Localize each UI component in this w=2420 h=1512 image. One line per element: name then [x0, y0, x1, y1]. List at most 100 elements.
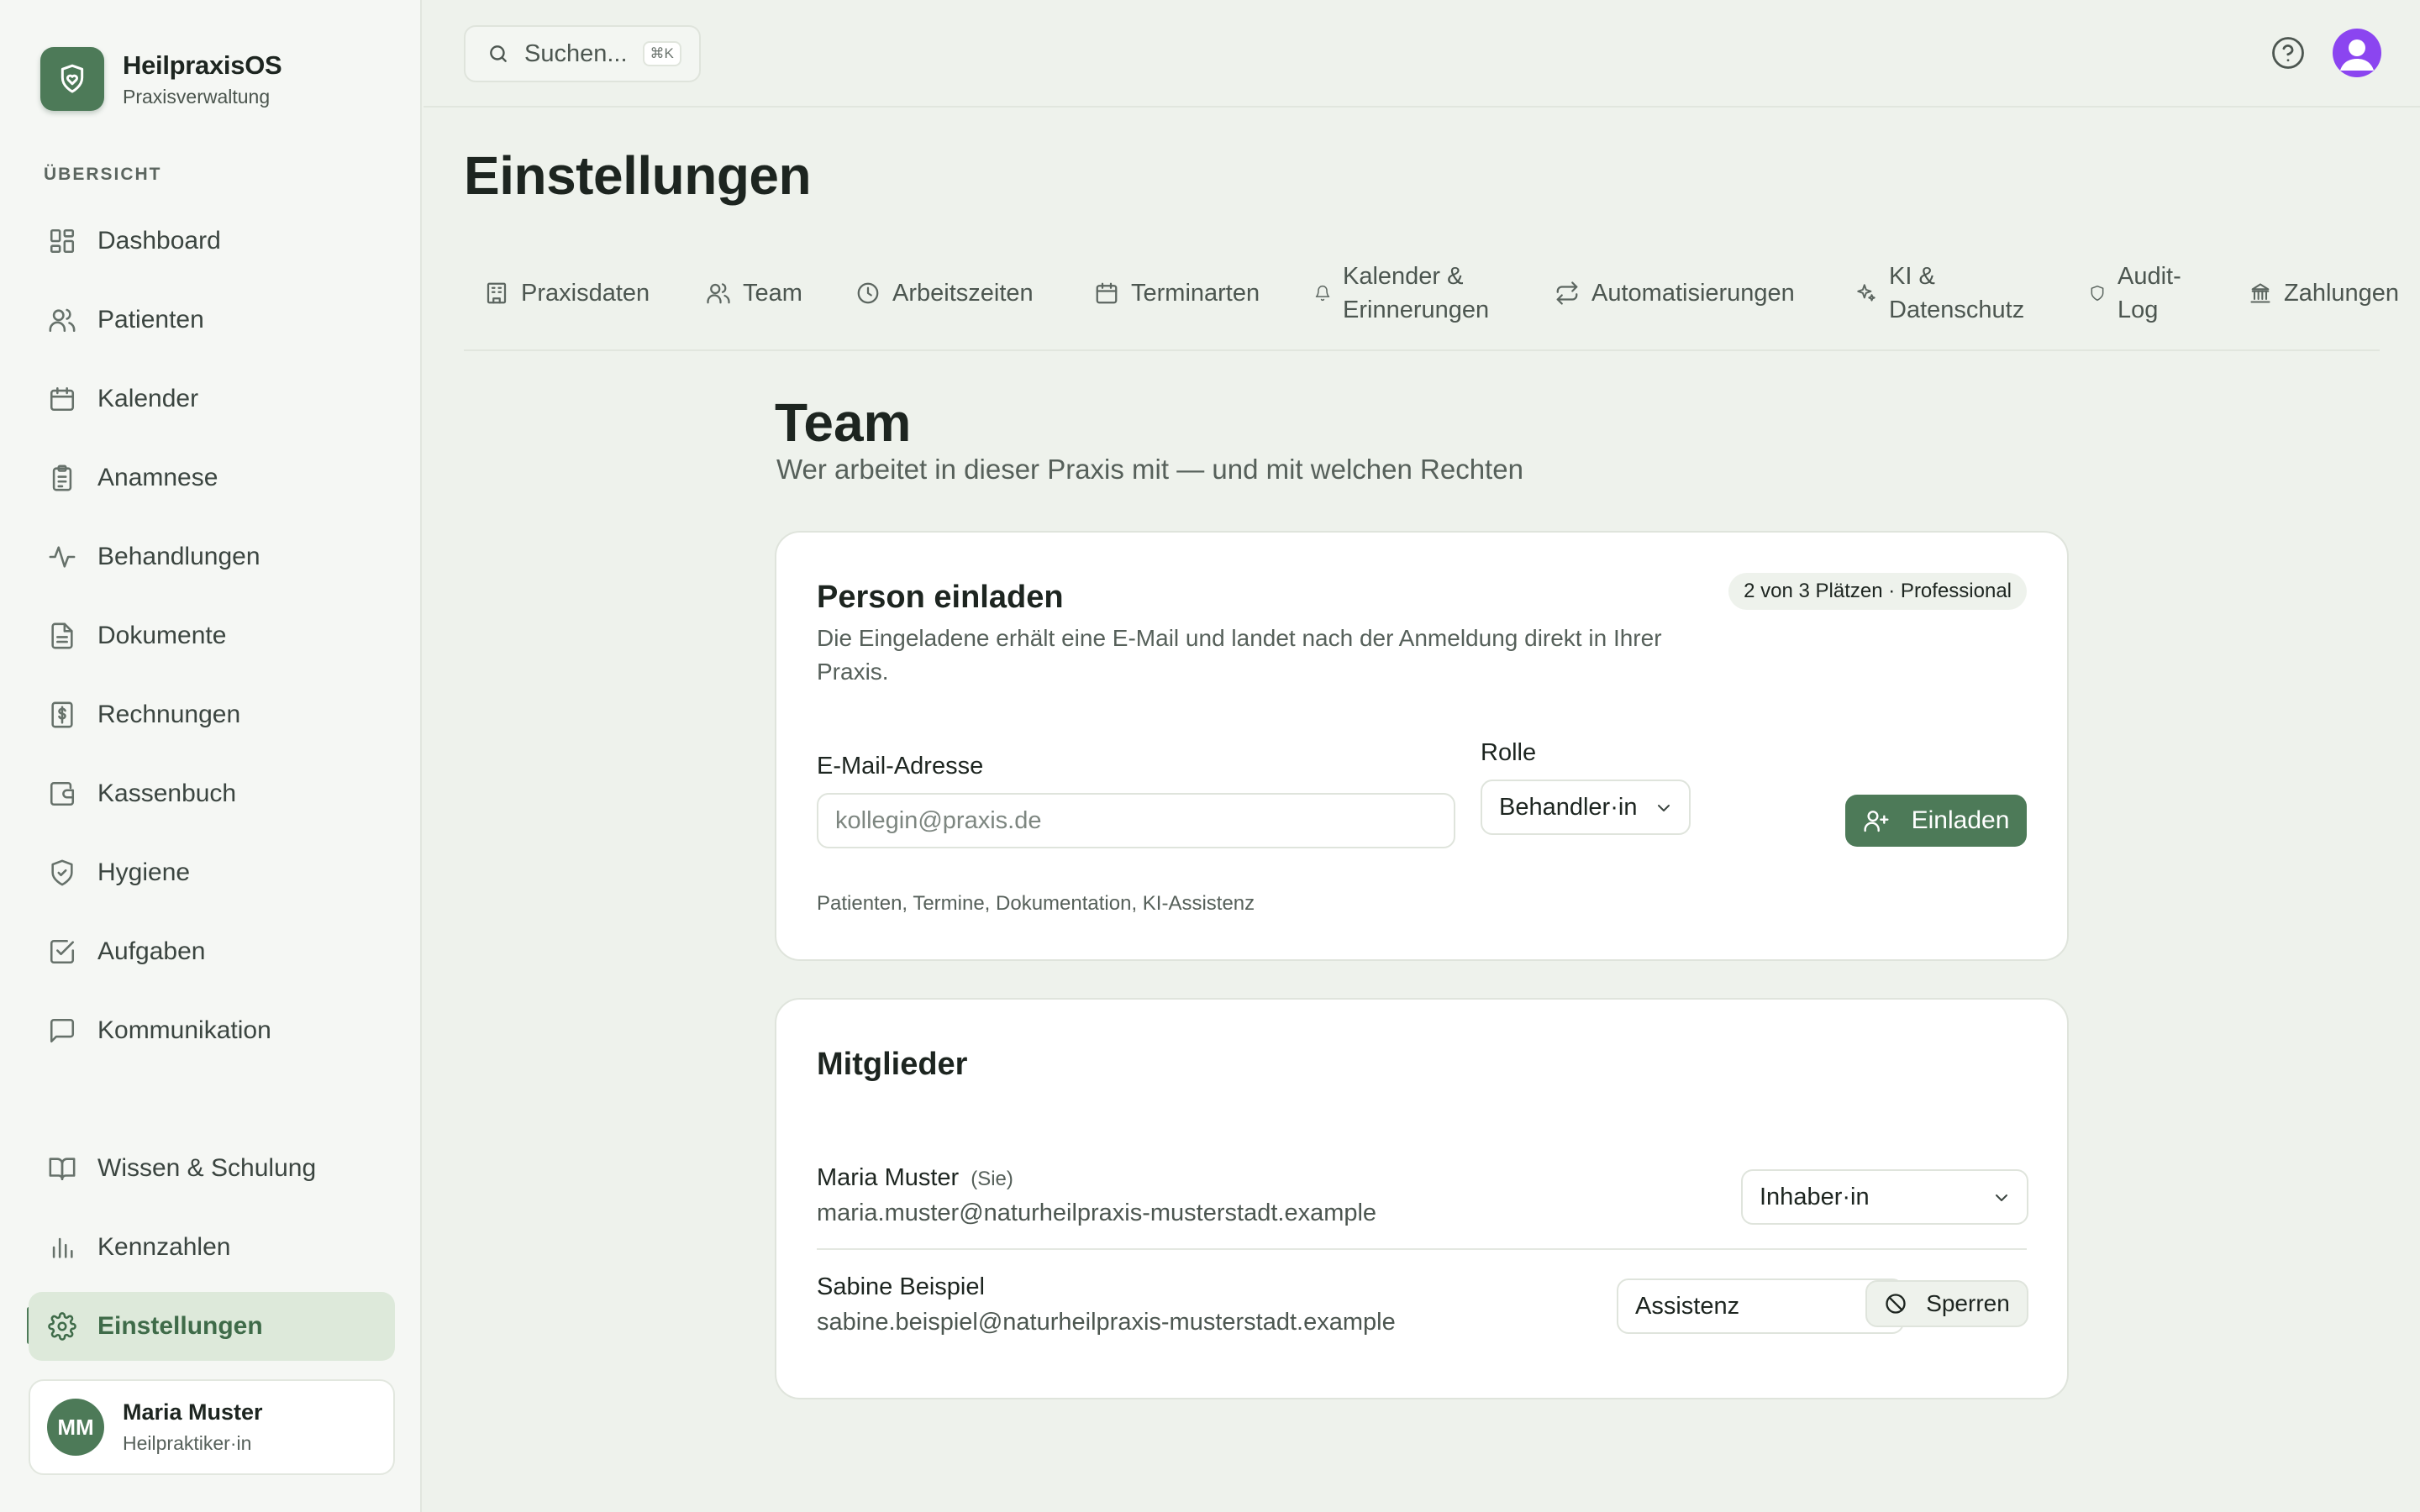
tab-label: KI &: [1889, 263, 1935, 290]
sidebar-item-einstellungen[interactable]: Einstellungen: [29, 1292, 395, 1361]
shortcut-hint: ⌘K: [642, 41, 681, 66]
member-name: Sabine Beispiel: [817, 1273, 985, 1300]
section-title: Team: [775, 392, 912, 453]
seats-badge: 2 von 3 Plätzen · Professional: [1728, 573, 2027, 610]
section-subtitle: Wer arbeitet in dieser Praxis mit — und …: [776, 454, 1523, 485]
shield-check-icon: [47, 858, 77, 888]
sidebar-item-label: Einstellungen: [97, 1312, 263, 1340]
tab-audit-log[interactable]: Audit- Log: [2089, 252, 2181, 334]
sidebar-item-label: Dashboard: [97, 227, 221, 255]
tab-team[interactable]: Team: [706, 252, 802, 334]
tab-label: Kalender &: [1343, 263, 1464, 290]
bar-chart-icon: [47, 1232, 77, 1263]
sidebar-item-label: Wissen & Schulung: [97, 1154, 317, 1182]
tab-automatisierungen[interactable]: Automatisierungen: [1555, 252, 1795, 334]
invoice-icon: [47, 700, 77, 730]
member-role-select[interactable]: Inhaber·in: [1741, 1169, 2028, 1225]
activity-icon: [47, 542, 77, 572]
building-icon: [484, 281, 509, 306]
user-plus-icon: [1863, 807, 1890, 834]
sidebar-item-dashboard[interactable]: Dashboard: [29, 207, 395, 276]
clock-icon: [855, 281, 881, 306]
gear-icon: [47, 1311, 77, 1341]
members-title: Mitglieder: [817, 1047, 968, 1082]
tab-kalender-erinnerungen[interactable]: Kalender & Erinnerungen: [1314, 252, 1489, 334]
sidebar-item-label: Aufgaben: [97, 937, 206, 965]
sidebar-item-label: Kalender: [97, 385, 199, 412]
tab-label: Zahlungen: [2284, 280, 2400, 307]
invite-button-label: Einladen: [1911, 806, 2010, 834]
tab-arbeitszeiten[interactable]: Arbeitszeiten: [855, 252, 1034, 334]
member-email: maria.muster@naturheilpraxis-musterstadt…: [817, 1200, 1377, 1226]
clipboard-icon: [47, 463, 77, 493]
role-label: Rolle: [1481, 739, 1537, 766]
tab-label: Terminarten: [1131, 280, 1260, 307]
role-select-value: Behandler·in: [1499, 793, 1638, 821]
search-input[interactable]: Suchen... ⌘K: [464, 25, 701, 82]
permissions-hint: Patienten, Termine, Dokumentation, KI-As…: [817, 892, 1255, 915]
tab-label: Arbeitszeiten: [892, 280, 1034, 307]
sidebar-item-label: Kennzahlen: [97, 1233, 231, 1261]
sidebar-item-aufgaben[interactable]: Aufgaben: [29, 917, 395, 986]
tab-label: Audit-: [2118, 263, 2181, 290]
sidebar-item-label: Patienten: [97, 306, 204, 333]
tab-label-wrap: KI & Datenschutz: [1889, 260, 2024, 327]
sidebar-item-kommunikation[interactable]: Kommunikation: [29, 996, 395, 1065]
block-member-button[interactable]: Sperren: [1865, 1280, 2028, 1327]
tab-label: Team: [743, 280, 802, 307]
dashboard-icon: [47, 226, 77, 256]
tab-praxisdaten[interactable]: Praxisdaten: [484, 252, 650, 334]
member-role-value: Assistenz: [1635, 1292, 1740, 1320]
user-name: Maria Muster: [123, 1399, 263, 1425]
role-select[interactable]: Behandler·in: [1481, 780, 1691, 835]
sidebar-item-wissen[interactable]: Wissen & Schulung: [29, 1134, 395, 1203]
tab-label-wrap: Kalender & Erinnerungen: [1343, 260, 1489, 327]
sidebar-item-label: Anamnese: [97, 464, 218, 491]
tab-label: Datenschutz: [1889, 297, 2025, 323]
checkbox-icon: [47, 937, 77, 967]
members-card: Mitglieder Maria Muster (Sie) maria.muste…: [775, 998, 2069, 1399]
calendar-icon: [1094, 281, 1119, 306]
book-icon: [47, 1153, 77, 1184]
tab-terminarten[interactable]: Terminarten: [1094, 252, 1260, 334]
member-name-line: Maria Muster (Sie): [817, 1164, 1013, 1192]
sidebar-item-hygiene[interactable]: Hygiene: [29, 838, 395, 907]
chevron-down-icon: [1991, 1188, 2012, 1208]
user-card[interactable]: MM Maria Muster Heilpraktiker·in: [29, 1379, 395, 1475]
avatar: MM: [47, 1399, 104, 1456]
member-role-value: Inhaber·in: [1760, 1183, 1870, 1210]
users-icon: [47, 305, 77, 335]
sidebar: HeilpraxisOS Praxisverwaltung ÜBERSICHT …: [0, 0, 422, 1512]
sidebar-item-kennzahlen[interactable]: Kennzahlen: [29, 1213, 395, 1282]
you-tag: (Sie): [971, 1168, 1013, 1190]
sidebar-item-dokumente[interactable]: Dokumente: [29, 601, 395, 670]
sidebar-item-kassenbuch[interactable]: Kassenbuch: [29, 759, 395, 828]
heart-shield-icon: [40, 47, 104, 111]
email-label: E-Mail-Adresse: [817, 753, 984, 780]
profile-avatar-icon[interactable]: [2333, 29, 2381, 77]
sidebar-item-anamnese[interactable]: Anamnese: [29, 444, 395, 512]
help-icon[interactable]: [2270, 35, 2306, 71]
member-email: sabine.beispiel@naturheilpraxis-musterst…: [817, 1309, 1396, 1336]
document-icon: [47, 621, 77, 651]
search-placeholder: Suchen...: [524, 39, 628, 67]
brand[interactable]: HeilpraxisOS Praxisverwaltung: [40, 47, 282, 111]
tab-label: Automatisierungen: [1591, 280, 1795, 307]
sidebar-item-behandlungen[interactable]: Behandlungen: [29, 522, 395, 591]
bell-icon: [1314, 285, 1331, 302]
sidebar-item-rechnungen[interactable]: Rechnungen: [29, 680, 395, 749]
invite-title: Person einladen: [817, 580, 1064, 615]
sidebar-item-patienten[interactable]: Patienten: [29, 286, 395, 354]
member-name: Maria Muster: [817, 1164, 960, 1191]
sidebar-item-kalender[interactable]: Kalender: [29, 365, 395, 433]
invite-button[interactable]: Einladen: [1845, 795, 2027, 847]
settings-tabs: Praxisdaten Team Arbeitszeiten Terminart…: [464, 252, 2399, 351]
tab-zahlungen[interactable]: Zahlungen: [2249, 252, 2399, 334]
sidebar-section-label: ÜBERSICHT: [44, 165, 162, 184]
member-role-select[interactable]: Assistenz: [1617, 1278, 1904, 1334]
sidebar-item-label: Dokumente: [97, 622, 227, 649]
email-field[interactable]: [817, 793, 1455, 848]
tab-ki-datenschutz[interactable]: KI & Datenschutz: [1855, 252, 2024, 334]
wallet-icon: [47, 779, 77, 809]
sidebar-item-label: Behandlungen: [97, 543, 260, 570]
